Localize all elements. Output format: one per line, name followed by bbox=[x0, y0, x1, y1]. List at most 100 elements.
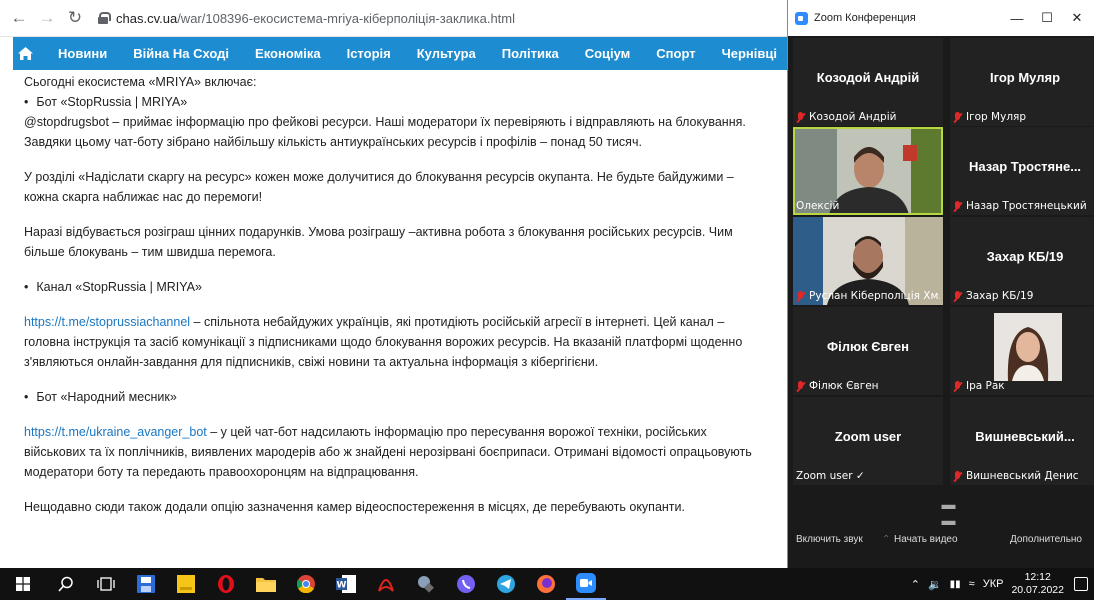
system-tray: ⌃ 🔉 ▮▮ ≈ УКР 12:12 20.07.2022 bbox=[911, 568, 1094, 600]
participant-name: Захар КБ/19 bbox=[986, 249, 1064, 264]
task-view-icon[interactable] bbox=[86, 568, 126, 600]
article-paragraph: У розділі «Надіслати скаргу на ресурс» к… bbox=[24, 170, 734, 204]
forward-icon[interactable]: → bbox=[36, 7, 58, 29]
zoom-window: Zoom Конференция — ☐ ✕ Козодой Андрій Ко… bbox=[787, 0, 1094, 568]
participant-label: Назар Тростянецький bbox=[953, 200, 1087, 212]
unmute-button[interactable]: Включить звук bbox=[796, 534, 863, 545]
language-indicator[interactable]: УКР bbox=[983, 578, 1004, 590]
site-navigation: Новини Війна На Сході Економіка Історія … bbox=[13, 37, 790, 70]
article-paragraph: Нещодавно сюди також додали опцію зазнач… bbox=[24, 500, 685, 514]
link-stoprussia-channel[interactable]: https://t.me/stoprussiachannel bbox=[24, 315, 190, 329]
participant-label: Олексій bbox=[796, 200, 840, 212]
muted-mic-icon bbox=[953, 470, 962, 482]
profile-photo bbox=[994, 313, 1062, 381]
nav-item-society[interactable]: Соціум bbox=[572, 46, 644, 61]
address-bar: ← → ↻ chas.cv.ua/war/108396-екосистема-m… bbox=[0, 0, 790, 37]
zoom-app-icon[interactable] bbox=[566, 568, 606, 600]
svg-text:W: W bbox=[337, 581, 347, 591]
back-icon[interactable]: ← bbox=[8, 7, 30, 29]
save-app-icon[interactable] bbox=[126, 568, 166, 600]
participant-name: Ігор Муляр bbox=[989, 70, 1061, 85]
participant-tile[interactable]: Козодой Андрій Козодой Андрій bbox=[793, 38, 943, 126]
zoom-toolbar: Включить звук ⌃ Начать видео Дополнитель… bbox=[788, 534, 1094, 550]
muted-mic-icon bbox=[953, 290, 962, 302]
search-icon[interactable] bbox=[46, 568, 86, 600]
link-avanger-bot[interactable]: https://t.me/ukraine_avanger_bot bbox=[24, 425, 207, 439]
minimize-icon[interactable]: — bbox=[1002, 0, 1032, 36]
muted-mic-icon bbox=[796, 380, 805, 392]
url-path: /war/108396-екосистема-mriya-кіберполіці… bbox=[177, 10, 516, 26]
viber-icon[interactable] bbox=[446, 568, 486, 600]
close-icon[interactable]: ✕ bbox=[1062, 0, 1092, 36]
nav-item-economy[interactable]: Економіка bbox=[242, 46, 334, 61]
clock[interactable]: 12:12 20.07.2022 bbox=[1011, 571, 1064, 597]
wifi-icon[interactable]: ≈ bbox=[969, 578, 975, 590]
muted-mic-icon bbox=[953, 200, 962, 212]
taskbar: W ⌃ 🔉 ▮▮ ≈ УКР 12:12 20.07.2022 bbox=[0, 568, 1094, 600]
clock-time: 12:12 bbox=[1024, 571, 1051, 583]
article-intro: Сьогодні екосистема «MRIYA» включає: bbox=[24, 75, 257, 89]
nav-item-politics[interactable]: Політика bbox=[489, 46, 572, 61]
telegram-icon[interactable] bbox=[486, 568, 526, 600]
participant-label: Захар КБ/19 bbox=[953, 290, 1033, 302]
lock-icon bbox=[98, 12, 111, 24]
more-participants-icon[interactable]: ▬ ▬ bbox=[934, 496, 964, 528]
nav-item-history[interactable]: Історія bbox=[334, 46, 404, 61]
participant-tile[interactable]: Zoom user Zoom user ✓ bbox=[793, 397, 943, 485]
maximize-icon[interactable]: ☐ bbox=[1032, 0, 1062, 36]
muted-mic-icon bbox=[796, 290, 805, 302]
participant-name: Вишневський... bbox=[975, 429, 1075, 444]
file-explorer-icon[interactable] bbox=[246, 568, 286, 600]
sticky-notes-icon[interactable] bbox=[166, 568, 206, 600]
article-paragraph: @stopdrugsbot – приймає інформацію про ф… bbox=[24, 115, 746, 149]
notifications-icon[interactable] bbox=[1074, 577, 1088, 591]
article-body: Сьогодні екосистема «MRIYA» включає: Бот… bbox=[24, 72, 764, 532]
chevron-up-icon[interactable]: ⌃ bbox=[911, 578, 920, 591]
participant-name: Назар Тростяне... bbox=[968, 159, 1082, 174]
bullet-bot-stoprussia: Бот «StopRussia | MRIYA» bbox=[24, 92, 764, 112]
participant-label: Філюк Євген bbox=[796, 380, 879, 392]
url-host: chas.cv.ua bbox=[116, 10, 178, 26]
participant-name: Козодой Андрій bbox=[816, 70, 920, 85]
participant-tile[interactable]: Ігор Муляр Ігор Муляр bbox=[950, 38, 1094, 126]
opera-icon[interactable] bbox=[206, 568, 246, 600]
muted-mic-icon bbox=[796, 111, 805, 123]
participant-tile[interactable]: Іра Рак bbox=[950, 307, 1094, 395]
participant-name: Філюк Євген bbox=[827, 339, 909, 354]
participant-video-tile[interactable]: Руслан Кіберполіція Хм... bbox=[793, 217, 943, 305]
participant-tile[interactable]: Філюк Євген Філюк Євген bbox=[793, 307, 943, 395]
url-field[interactable]: chas.cv.ua/war/108396-екосистема-mriya-к… bbox=[98, 11, 515, 26]
nav-item-culture[interactable]: Культура bbox=[404, 46, 489, 61]
volume-icon[interactable]: 🔉 bbox=[928, 578, 942, 591]
more-button[interactable]: Дополнительно bbox=[1010, 534, 1082, 545]
participant-name: Zoom user bbox=[834, 429, 902, 444]
windows-start-icon[interactable] bbox=[0, 568, 46, 600]
firefox-icon[interactable] bbox=[526, 568, 566, 600]
nav-item-news[interactable]: Новини bbox=[38, 46, 120, 61]
acrobat-icon[interactable] bbox=[366, 568, 406, 600]
home-icon[interactable] bbox=[13, 37, 38, 70]
participant-tile[interactable]: Захар КБ/19 Захар КБ/19 bbox=[950, 217, 1094, 305]
article-paragraph: https://t.me/ukraine_avanger_bot – у цей… bbox=[24, 422, 764, 482]
participant-label: Ігор Муляр bbox=[953, 111, 1026, 123]
zoom-titlebar: Zoom Конференция — ☐ ✕ bbox=[788, 0, 1094, 36]
participant-label: Вишневський Денис bbox=[953, 470, 1079, 482]
bullet-channel: Канал «StopRussia | MRIYA» bbox=[24, 277, 764, 297]
start-video-button[interactable]: Начать видео bbox=[894, 534, 958, 545]
participant-tile[interactable]: Вишневський... Вишневський Денис bbox=[950, 397, 1094, 485]
battery-icon[interactable]: ▮▮ bbox=[950, 579, 961, 590]
chrome-icon[interactable] bbox=[286, 568, 326, 600]
participant-label: Козодой Андрій bbox=[796, 111, 896, 123]
browser-window: ← → ↻ chas.cv.ua/war/108396-екосистема-m… bbox=[0, 0, 790, 568]
toolbar-separator: ⌃ bbox=[882, 534, 891, 545]
nav-item-war[interactable]: Війна На Сході bbox=[120, 46, 242, 61]
participant-tile[interactable]: Назар Тростяне... Назар Тростянецький bbox=[950, 127, 1094, 215]
bullet-bot-mesnyk: Бот «Народний месник» bbox=[24, 387, 764, 407]
participant-label: Zoom user ✓ bbox=[796, 470, 865, 482]
nav-item-chernivtsi[interactable]: Чернівці bbox=[709, 46, 790, 61]
participant-video-tile[interactable]: Олексій bbox=[793, 127, 943, 215]
nav-item-sport[interactable]: Спорт bbox=[643, 46, 708, 61]
word-icon[interactable]: W bbox=[326, 568, 366, 600]
reload-icon[interactable]: ↻ bbox=[64, 7, 86, 29]
paint-icon[interactable] bbox=[406, 568, 446, 600]
